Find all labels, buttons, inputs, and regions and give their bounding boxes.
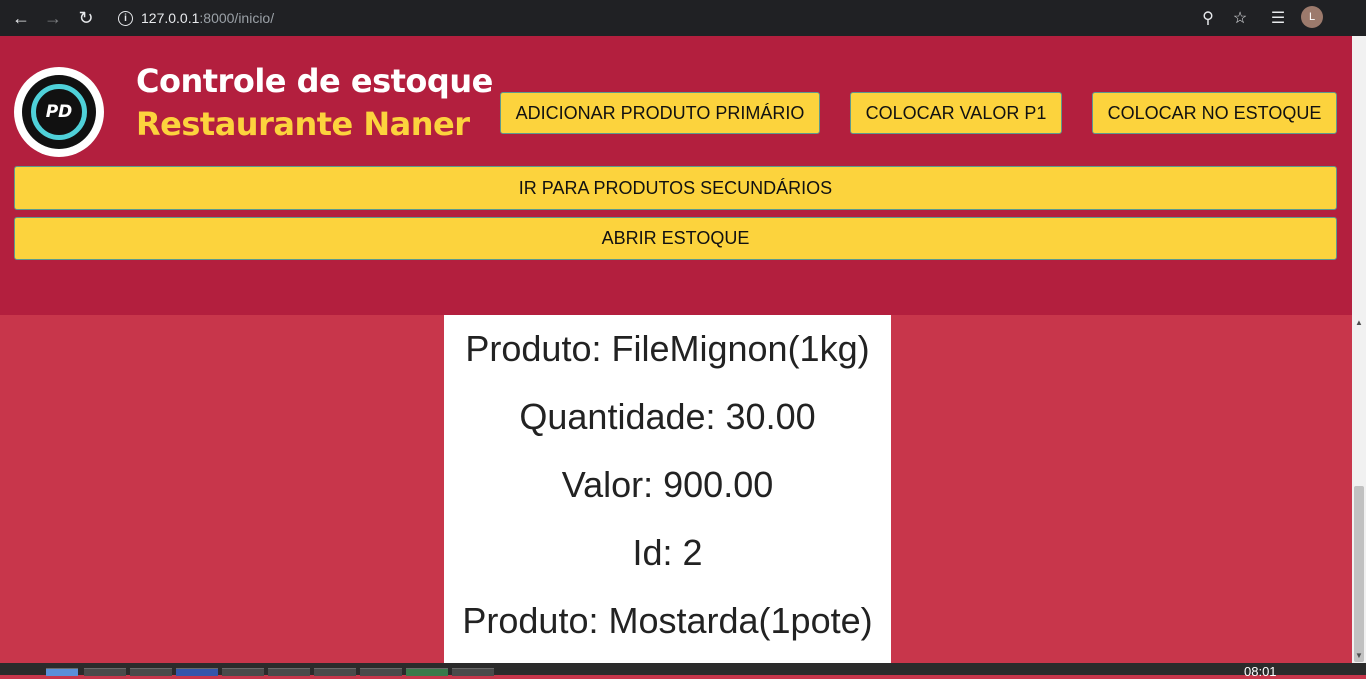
back-arrow-icon[interactable]: ← [9, 6, 33, 30]
url-host: 127.0.0.1 [141, 10, 200, 26]
scrollbar-thumb[interactable] [1354, 486, 1364, 662]
avatar[interactable]: L [1301, 6, 1323, 28]
open-stock-button[interactable]: ABRIR ESTOQUE [14, 217, 1337, 260]
product-value: Valor: 900.00 [561, 464, 774, 505]
forward-arrow-icon[interactable]: → [41, 6, 65, 30]
set-value-button[interactable]: COLOCAR VALOR P1 [850, 92, 1062, 134]
logo-text: PD [31, 84, 87, 140]
url-path: :8000/inicio/ [199, 10, 275, 26]
add-primary-product-button[interactable]: ADICIONAR PRODUTO PRIMÁRIO [500, 92, 820, 134]
logo: PD [14, 67, 104, 157]
scroll-down-icon[interactable]: ▼ [1355, 651, 1363, 660]
product-id: Id: 2 [632, 532, 703, 573]
page-header: PD Controle de estoque Restaurante Naner… [0, 36, 1352, 315]
scroll-up-icon[interactable]: ▲ [1355, 318, 1363, 327]
go-secondary-products-button[interactable]: IR PARA PRODUTOS SECUNDÁRIOS [14, 166, 1337, 210]
zoom-icon[interactable]: ⚲ [1196, 6, 1220, 30]
product-name: Produto: FileMignon(1kg) [465, 328, 870, 369]
browser-toolbar: ← → ↻ i 127.0.0.1:8000/inicio/ ⚲ ☆ ☰ L [0, 0, 1366, 36]
page-scrollbar[interactable]: ▲ ▼ [1352, 36, 1366, 663]
product-quantity: Quantidade: 30.00 [519, 396, 816, 437]
address-bar[interactable]: i 127.0.0.1:8000/inicio/ [118, 8, 274, 28]
star-icon[interactable]: ☆ [1228, 6, 1252, 30]
reload-icon[interactable]: ↻ [74, 6, 98, 30]
info-icon[interactable]: i [118, 10, 133, 26]
taskbar-clock: 08:01 [1244, 664, 1277, 679]
media-queue-icon[interactable]: ☰ [1266, 6, 1290, 30]
product-list: Produto: FileMignon(1kg) Quantidade: 30.… [444, 315, 891, 664]
logo-inner: PD [22, 75, 96, 149]
page-title: Controle de estoque [136, 62, 493, 100]
add-to-stock-button[interactable]: COLOCAR NO ESTOQUE [1092, 92, 1337, 134]
os-taskbar: 08:01 [0, 663, 1366, 679]
product-name: Produto: Mostarda(1pote) [462, 600, 873, 641]
page-subtitle: Restaurante Naner [136, 105, 470, 143]
